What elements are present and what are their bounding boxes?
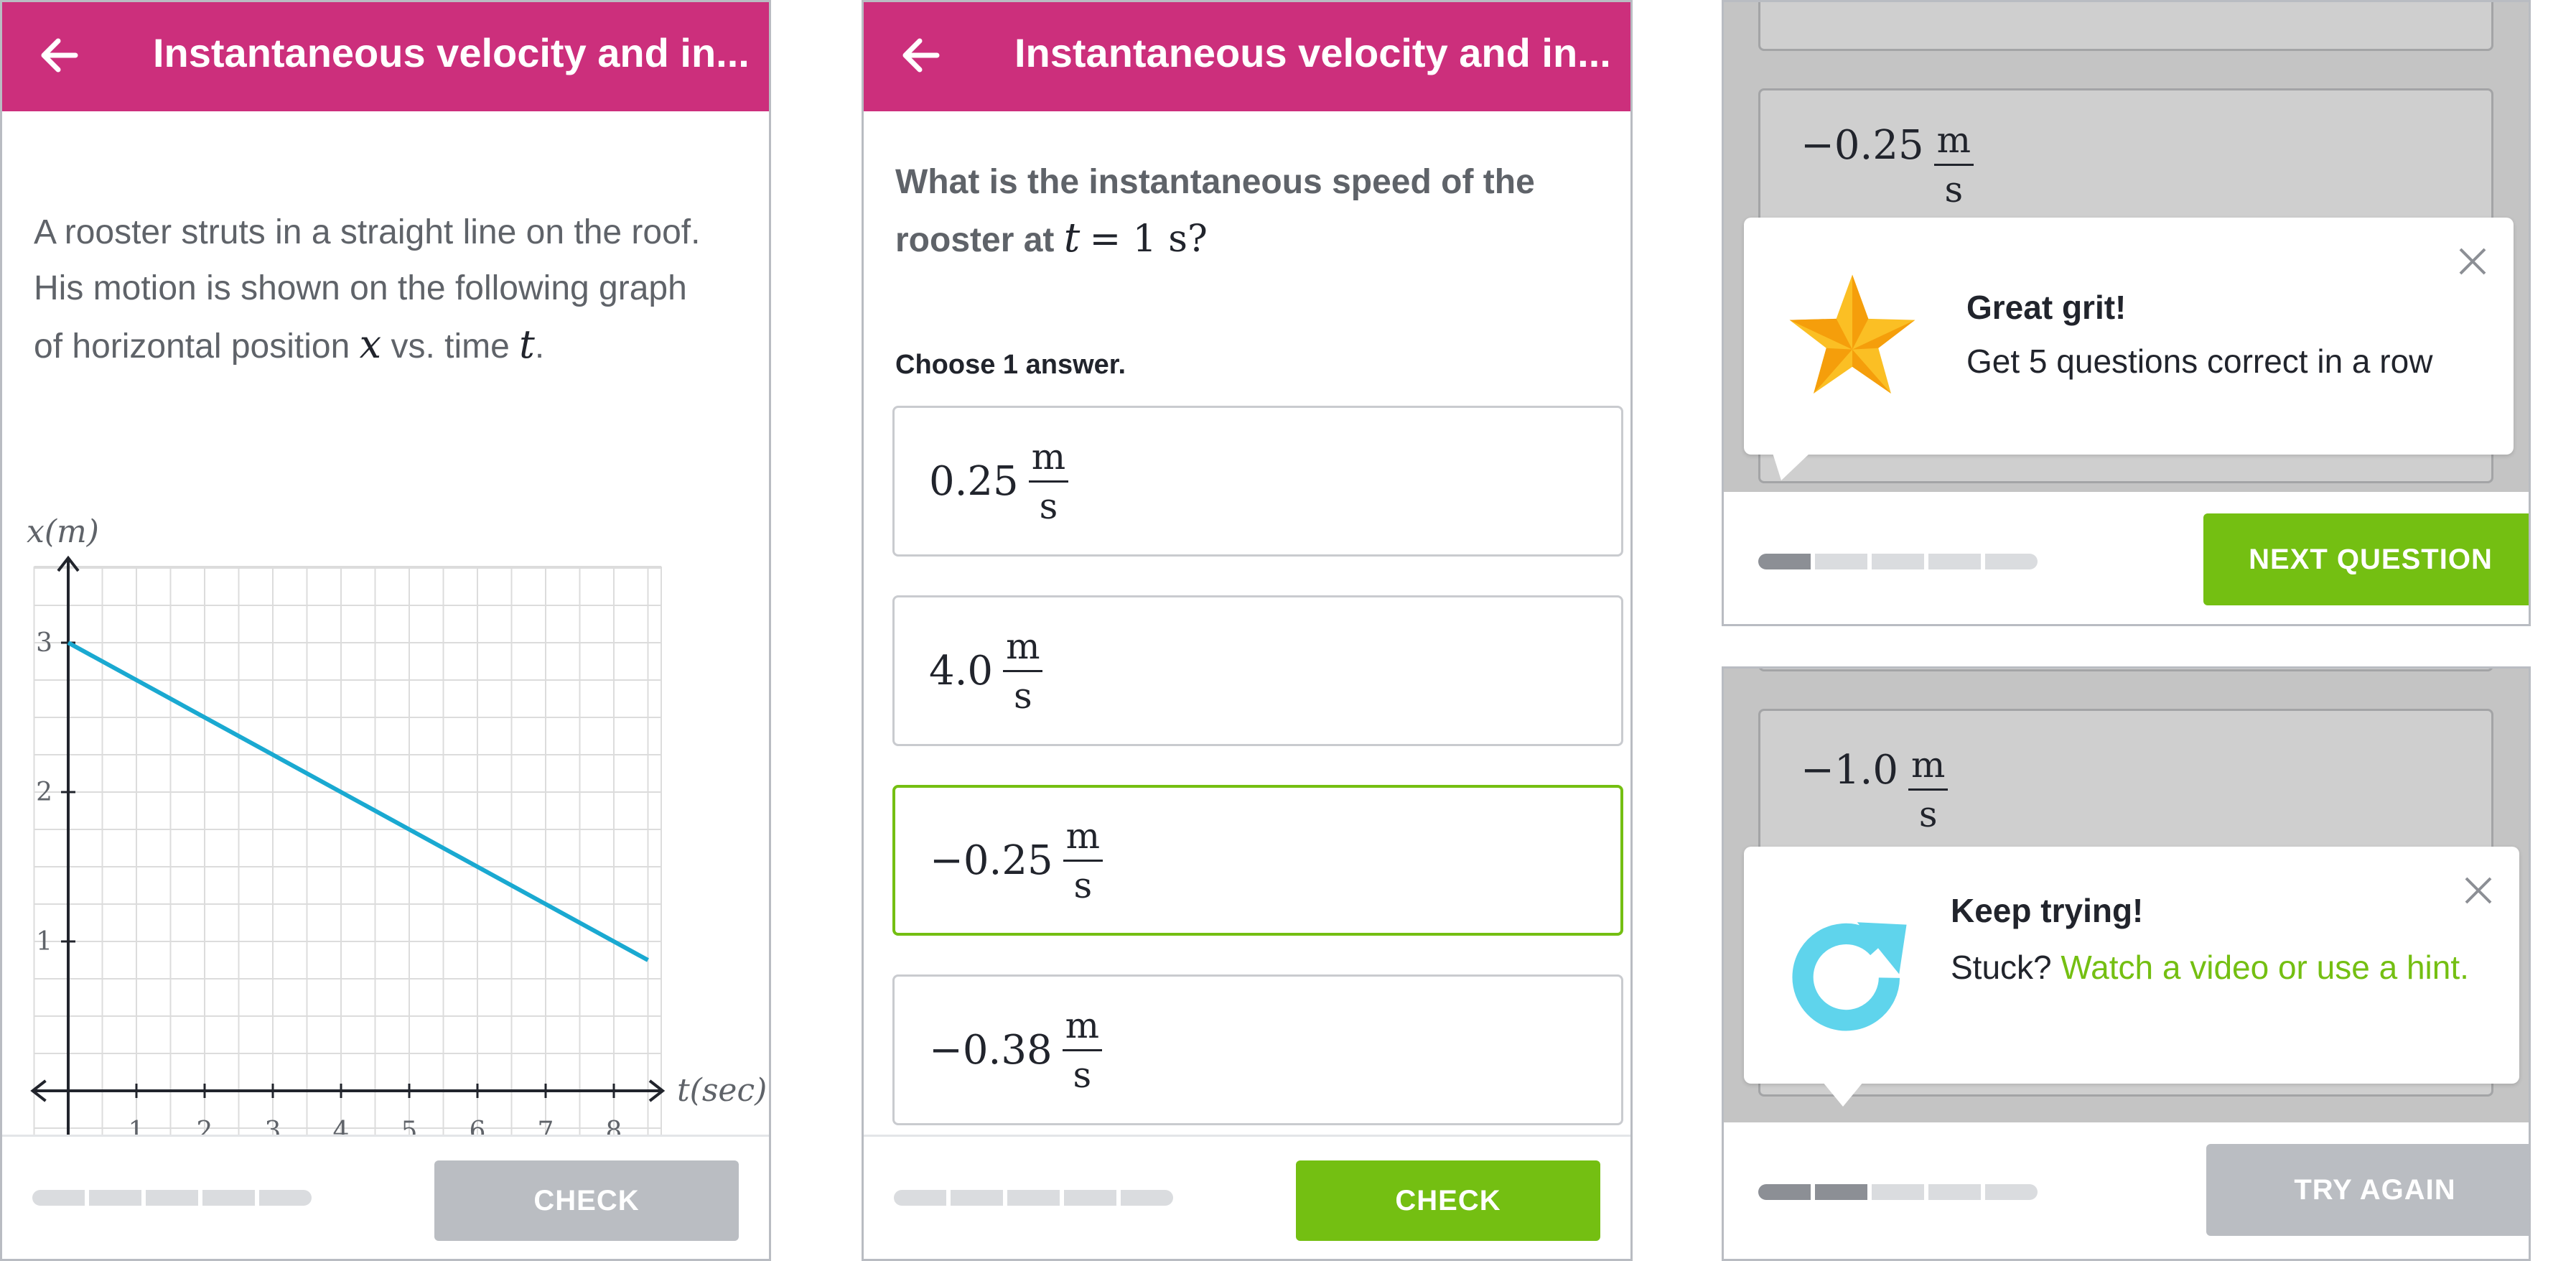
popup-body: Get 5 questions correct in a row: [1966, 343, 2433, 380]
page-title: Instantaneous velocity and in...: [153, 30, 750, 75]
popup-title: Keep trying!: [1951, 892, 2144, 929]
close-icon[interactable]: [2462, 874, 2495, 907]
chart-series: [67, 641, 649, 962]
answer-choice-partial: [1758, 669, 2493, 671]
y-tick-label: 1: [36, 927, 52, 957]
bottom-bar: TRY AGAIN: [1724, 1122, 2529, 1259]
bottom-bar: CHECK: [864, 1135, 1630, 1259]
answer-choice[interactable]: 0.25 m s: [892, 406, 1623, 557]
next-question-button[interactable]: NEXT QUESTION: [2203, 513, 2529, 605]
popup-title: Great grit!: [1966, 289, 2127, 326]
try-again-button[interactable]: TRY AGAIN: [2206, 1144, 2529, 1236]
header-bar: Instantaneous velocity and in...: [2, 2, 769, 111]
progress-segment: [894, 1190, 946, 1206]
back-arrow-icon[interactable]: [38, 34, 81, 77]
progress-segment: [1928, 1184, 1981, 1200]
problem-text: A rooster struts in a straight line on t…: [34, 213, 701, 367]
question-text: What is the instantaneous speed of the r…: [895, 163, 1535, 261]
progress-indicator: [894, 1190, 1173, 1206]
y-axis-label: x(m): [27, 513, 99, 550]
bottom-bar: CHECK: [2, 1135, 769, 1259]
hint-link[interactable]: Watch a video or use a hint.: [2061, 949, 2469, 986]
y-tick-label: 3: [36, 628, 52, 658]
progress-indicator: [1758, 1184, 2038, 1200]
position-time-graph: t(sec)x(m) 1 2 3 4 5 6 7 8123: [27, 513, 767, 1144]
progress-segment: [1121, 1190, 1173, 1206]
feedback-popup: Keep trying! Stuck? Watch a video or use…: [1744, 847, 2519, 1107]
choose-label: Choose 1 answer.: [895, 350, 1126, 380]
progress-segment: [202, 1190, 255, 1206]
progress-segment: [32, 1190, 85, 1206]
position-line: [67, 641, 649, 962]
star-icon: [1789, 274, 1915, 394]
answer-choice[interactable]: −0.25 m s: [892, 785, 1623, 936]
panel-incorrect-feedback: −1.0 ms Keep trying! Stuck? Watch a vide…: [1722, 666, 2531, 1261]
chart-ticks: 1 2 3 4 5 6 7 8123: [36, 628, 622, 1144]
page-title: Instantaneous velocity and in...: [1014, 30, 1611, 75]
progress-segment: [951, 1190, 1003, 1206]
progress-segment: [146, 1190, 198, 1206]
check-button[interactable]: CHECK: [434, 1160, 739, 1241]
retry-icon: [1792, 922, 1907, 1031]
feedback-popup: Great grit! Get 5 questions correct in a…: [1744, 218, 2514, 480]
close-icon[interactable]: [2456, 245, 2489, 278]
panel-graph-question: Instantaneous velocity and in... A roost…: [0, 0, 771, 1261]
progress-indicator: [1758, 554, 2038, 569]
popup-body: Stuck? Watch a video or use a hint.: [1951, 949, 2469, 986]
progress-segment: [259, 1190, 312, 1206]
progress-segment: [1815, 1184, 1867, 1200]
back-arrow-icon[interactable]: [900, 34, 943, 77]
answer-choice[interactable]: −0.38 m s: [892, 974, 1623, 1125]
progress-segment: [1815, 554, 1867, 569]
chart-grid: [33, 566, 662, 1138]
answer-choice[interactable]: 4.0 m s: [892, 595, 1623, 746]
progress-segment: [1985, 554, 2038, 569]
y-tick-label: 2: [36, 778, 52, 807]
panel-correct-feedback: −0.25 ms Great grit! Get 5 questions cor…: [1722, 0, 2531, 626]
progress-segment: [1985, 1184, 2038, 1200]
x-axis-label: t(sec): [677, 1072, 767, 1109]
popup-pointer: [1823, 1082, 1863, 1107]
progress-segment: [1758, 554, 1811, 569]
progress-indicator: [32, 1190, 312, 1206]
bottom-bar: NEXT QUESTION: [1724, 492, 2529, 624]
progress-segment: [1007, 1190, 1060, 1206]
header-bar: Instantaneous velocity and in...: [864, 2, 1630, 111]
check-button[interactable]: CHECK: [1296, 1160, 1600, 1241]
chart-axes: t(sec) x(m): [27, 513, 767, 1138]
progress-segment: [1872, 1184, 1924, 1200]
popup-pointer: [1773, 453, 1810, 480]
progress-segment: [1928, 554, 1981, 569]
progress-segment: [89, 1190, 141, 1206]
progress-segment: [1064, 1190, 1116, 1206]
panel-answer-choices: Instantaneous velocity and in... What is…: [862, 0, 1633, 1261]
progress-segment: [1758, 1184, 1811, 1200]
progress-segment: [1872, 554, 1924, 569]
answer-choice-partial: [1758, 2, 2493, 51]
